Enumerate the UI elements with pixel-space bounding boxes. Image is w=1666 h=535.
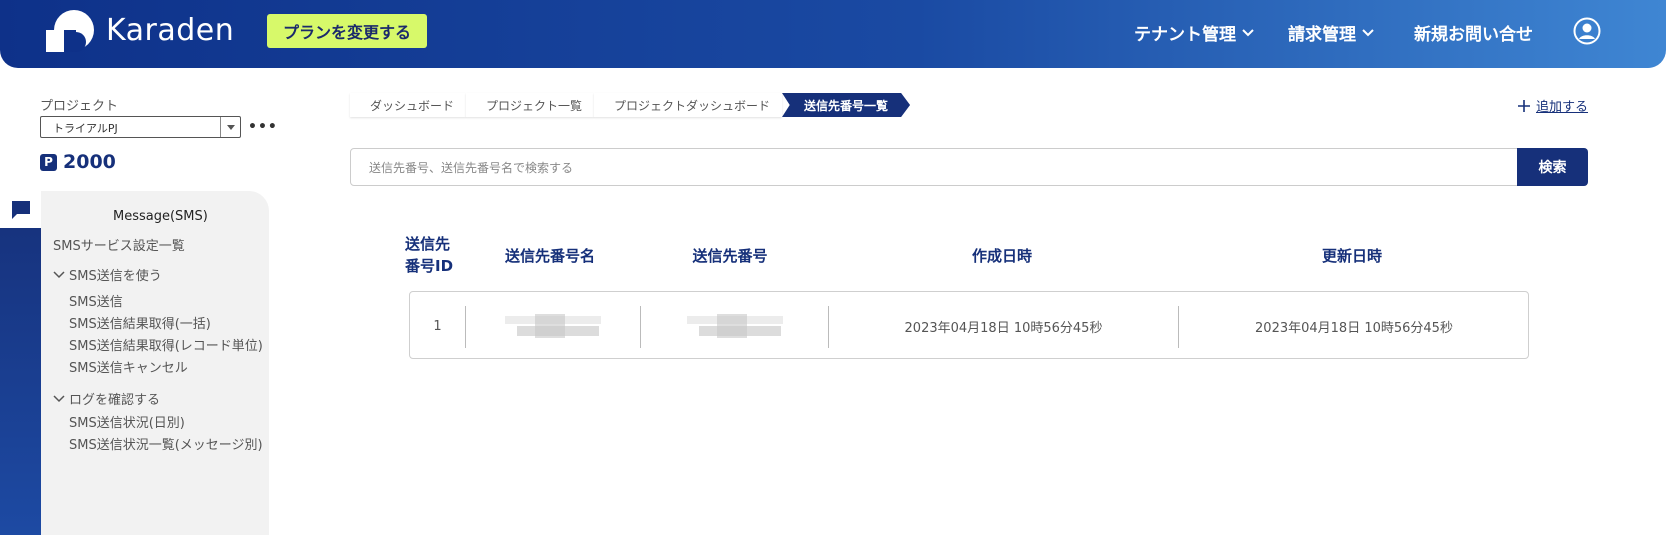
cell-name-redacted xyxy=(466,292,640,360)
breadcrumb-current: 送信先番号一覧 xyxy=(782,93,911,117)
project-select-value: トライアルPJ xyxy=(53,122,118,135)
breadcrumb-project-list[interactable]: プロジェクト一覧 xyxy=(466,93,595,117)
rail-tab-message[interactable] xyxy=(0,192,41,228)
column-header-updated: 更新日時 xyxy=(1321,247,1382,265)
column-header-name: 送信先番号名 xyxy=(504,247,595,265)
sidebar-menu-panel: Message(SMS) SMSサービス設定一覧 SMS送信を使う SMS送信 … xyxy=(41,191,269,535)
menu-link-sms-send[interactable]: SMS送信 xyxy=(69,291,123,310)
more-options-icon[interactable]: ••• xyxy=(248,119,278,135)
dropdown-arrow-icon xyxy=(220,117,240,137)
menu-link-sms-cancel[interactable]: SMS送信キャンセル xyxy=(69,357,188,376)
menu-title: Message(SMS) xyxy=(113,209,208,224)
menu-group-logs[interactable]: ログを確認する xyxy=(53,389,160,408)
menu-link-sms-result-bulk[interactable]: SMS送信結果取得(一括) xyxy=(69,313,211,332)
chevron-down-icon xyxy=(1362,28,1374,36)
chat-bubble-icon xyxy=(11,201,30,219)
breadcrumb-dashboard[interactable]: ダッシュボード xyxy=(350,93,467,117)
column-header-created: 作成日時 xyxy=(971,247,1032,265)
nav-new-inquiry[interactable]: 新規お問い合せ xyxy=(1414,20,1533,45)
add-button[interactable]: 追加する xyxy=(1518,96,1588,115)
cell-number-redacted xyxy=(641,292,828,360)
project-label: プロジェクト xyxy=(40,99,119,114)
points-balance: P 2000 xyxy=(40,151,116,173)
redacted-block xyxy=(505,314,601,338)
search-button[interactable]: 検索 xyxy=(1517,148,1588,186)
nav-tenant-management[interactable]: テナント管理 xyxy=(1134,20,1255,45)
project-select[interactable]: トライアルPJ xyxy=(40,116,241,138)
nav-label: 新規お問い合せ xyxy=(1414,25,1533,45)
cell-updated: 2023年04月18日 10時56分45秒 xyxy=(1255,320,1453,336)
menu-link-service-list[interactable]: SMSサービス設定一覧 xyxy=(53,235,185,254)
nav-label: 請求管理 xyxy=(1288,25,1356,45)
table-row[interactable]: 1 2023年04月18日 10時56分45秒 2023年04月18日 10時5… xyxy=(409,291,1529,359)
chevron-down-icon xyxy=(1242,28,1254,36)
menu-group-sms-send[interactable]: SMS送信を使う xyxy=(53,265,162,284)
change-plan-button[interactable]: プランを変更する xyxy=(267,14,427,48)
column-header-id: 送信先 番号ID xyxy=(405,235,454,275)
breadcrumb-project-dashboard[interactable]: プロジェクトダッシュボード xyxy=(594,93,783,117)
search-input-wrapper xyxy=(350,148,1537,187)
top-header: Karaden プランを変更する テナント管理 請求管理 新規お問い合せ xyxy=(0,0,1666,68)
chevron-down-icon xyxy=(53,394,65,402)
brand-name: Karaden xyxy=(106,12,235,48)
breadcrumb: ダッシュボード プロジェクト一覧 プロジェクトダッシュボード 送信先番号一覧 xyxy=(350,93,911,117)
points-value: 2000 xyxy=(63,151,116,173)
column-header-number: 送信先番号 xyxy=(692,247,768,265)
redacted-block xyxy=(686,314,783,338)
cell-id: 1 xyxy=(433,318,442,334)
sidebar-rail xyxy=(0,192,41,535)
chevron-down-icon xyxy=(53,270,65,278)
menu-group-label: ログを確認する xyxy=(69,393,161,408)
add-label: 追加する xyxy=(1536,100,1589,115)
cell-created: 2023年04月18日 10時56分45秒 xyxy=(904,320,1103,336)
brand-logo[interactable]: Karaden xyxy=(42,8,234,52)
karaden-logo-icon xyxy=(46,10,94,52)
menu-link-sms-status-message[interactable]: SMS送信状況一覧(メッセージ別) xyxy=(69,434,263,453)
menu-group-label: SMS送信を使う xyxy=(69,269,162,284)
menu-link-sms-result-record[interactable]: SMS送信結果取得(レコード単位) xyxy=(69,335,263,354)
points-icon: P xyxy=(40,153,57,171)
nav-billing-management[interactable]: 請求管理 xyxy=(1288,20,1375,45)
nav-label: テナント管理 xyxy=(1134,25,1236,45)
search-input[interactable] xyxy=(351,149,1537,187)
user-avatar-icon[interactable] xyxy=(1573,17,1601,45)
menu-link-sms-status-daily[interactable]: SMS送信状況(日別) xyxy=(69,412,185,431)
plus-icon xyxy=(1518,99,1530,112)
